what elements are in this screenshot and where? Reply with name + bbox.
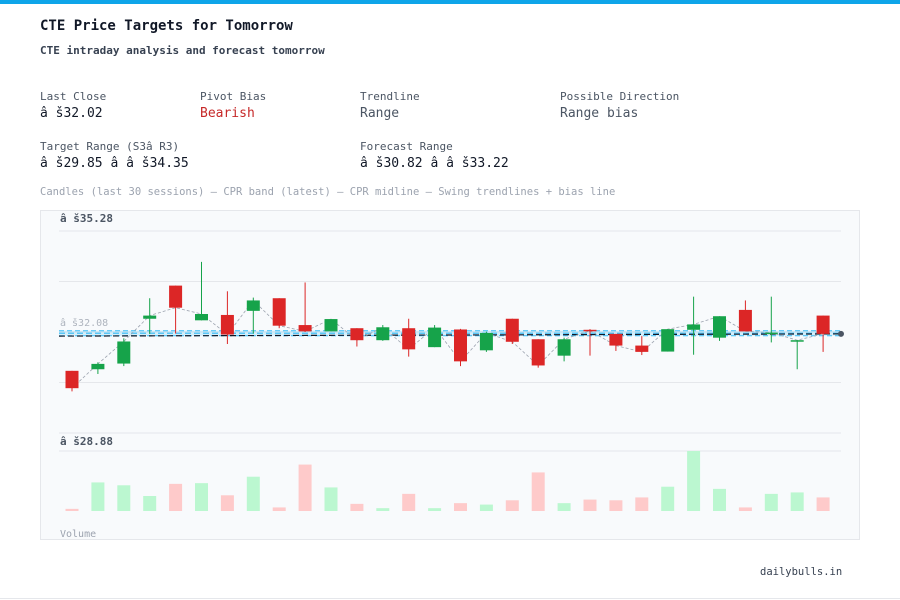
stat-label: Forecast Range xyxy=(360,140,453,153)
volume-bar xyxy=(91,482,105,511)
candle-up xyxy=(790,340,804,342)
candle-down xyxy=(65,370,79,389)
stat-value: â š29.85 â â š34.35 xyxy=(40,156,189,171)
stat-value: Range bias xyxy=(560,106,639,121)
candle-down xyxy=(272,298,286,326)
page-subtitle: CTE intraday analysis and forecast tomor… xyxy=(40,44,325,57)
volume-bar xyxy=(505,500,519,511)
candle-up xyxy=(479,332,493,351)
volume-bar xyxy=(143,496,157,511)
volume-bar xyxy=(479,504,493,511)
stat-possible-direction: Possible Direction Range bias xyxy=(560,90,679,121)
stat-value: â š30.82 â â š33.22 xyxy=(360,156,509,171)
volume-bar xyxy=(350,503,364,511)
chart-panel: â š35.28 â š28.88 â š32.08 Volume xyxy=(40,210,860,540)
close-trend-line xyxy=(71,299,824,389)
volume-bars xyxy=(65,451,830,511)
volume-bar xyxy=(531,472,545,511)
volume-bar xyxy=(376,508,390,511)
stat-last-close: Last Close â š32.02 xyxy=(40,90,106,121)
candle-down xyxy=(505,318,519,342)
chart-caption: Candles (last 30 sessions) – CPR band (l… xyxy=(40,186,616,198)
volume-bar xyxy=(65,508,79,511)
candle-down xyxy=(350,328,364,341)
stat-target-range: Target Range (S3â R3) â š29.85 â â š34.3… xyxy=(40,140,189,171)
volume-bar xyxy=(298,464,312,511)
candle-up xyxy=(324,319,338,332)
volume-bar xyxy=(557,503,571,511)
stat-label: Target Range (S3â R3) xyxy=(40,140,180,153)
candle-up xyxy=(246,300,260,311)
volume-bar xyxy=(738,507,752,511)
candle-down xyxy=(220,314,234,335)
candle-down xyxy=(738,309,752,332)
candle-up xyxy=(661,329,675,352)
top-accent-bar xyxy=(0,0,900,4)
candle-up xyxy=(376,327,390,341)
volume-bar xyxy=(402,493,416,511)
stat-value: Range xyxy=(360,106,400,121)
stat-label: Possible Direction xyxy=(560,90,680,103)
stat-forecast-range: Forecast Range â š30.82 â â š33.22 xyxy=(360,140,509,171)
volume-bar xyxy=(272,507,286,511)
chart-grid xyxy=(59,230,841,452)
candle-up xyxy=(117,341,131,364)
candle-up xyxy=(428,327,442,348)
candle-up xyxy=(764,332,778,335)
volume-bar xyxy=(635,497,649,511)
candle-down xyxy=(531,339,545,366)
candle-up xyxy=(91,363,105,370)
volume-label: Volume xyxy=(60,529,96,539)
stat-pivot-bias: Pivot Bias Bearish xyxy=(200,90,266,121)
stat-value: Bearish xyxy=(200,106,255,121)
stat-label: Pivot Bias xyxy=(200,90,267,103)
volume-bar xyxy=(661,486,675,511)
volume-bar xyxy=(816,497,830,511)
candle-down xyxy=(583,329,597,332)
candle-up xyxy=(557,339,571,356)
volume-bar xyxy=(324,487,338,511)
candle-down xyxy=(454,329,467,362)
last-price-label: â š32.08 xyxy=(60,317,108,329)
volume-bar xyxy=(790,492,804,511)
y-top-label: â š35.28 xyxy=(60,212,113,225)
volume-bar xyxy=(428,508,442,511)
cpr-band-group xyxy=(58,330,844,337)
candle-up xyxy=(687,324,701,330)
candle-up xyxy=(713,316,726,338)
candle-down xyxy=(402,328,416,350)
stat-value: â š32.02 xyxy=(40,106,103,121)
page-title: CTE Price Targets for Tomorrow xyxy=(40,18,293,34)
volume-bar xyxy=(169,483,183,511)
volume-bar xyxy=(220,495,234,511)
candlestick-chart: â š35.28 â š28.88 â š32.08 Volume xyxy=(58,212,844,540)
volume-bar xyxy=(454,503,467,511)
stat-trendline: Trendline Range xyxy=(360,90,420,121)
volume-bar xyxy=(764,493,778,511)
volume-bar xyxy=(713,488,726,511)
close-trend-group xyxy=(71,299,824,389)
volume-bar xyxy=(117,485,131,511)
candle-down xyxy=(635,345,649,352)
footer-brand: dailybulls.in xyxy=(760,566,843,578)
stat-label: Last Close xyxy=(40,90,107,103)
volume-bar xyxy=(195,483,208,511)
volume-bar xyxy=(609,500,623,511)
candle-down xyxy=(298,325,312,332)
candle-down xyxy=(169,285,183,308)
candle-down xyxy=(609,333,623,346)
candle-down xyxy=(816,315,830,334)
candle-up xyxy=(195,314,208,321)
bottom-divider xyxy=(0,598,900,599)
candle-up xyxy=(143,315,157,319)
volume-bar xyxy=(687,451,701,511)
volume-bar xyxy=(583,499,597,511)
y-bottom-label: â š28.88 xyxy=(60,435,113,448)
volume-bar xyxy=(246,476,260,511)
bias-endpoint xyxy=(838,330,844,337)
stat-label: Trendline xyxy=(360,90,420,103)
